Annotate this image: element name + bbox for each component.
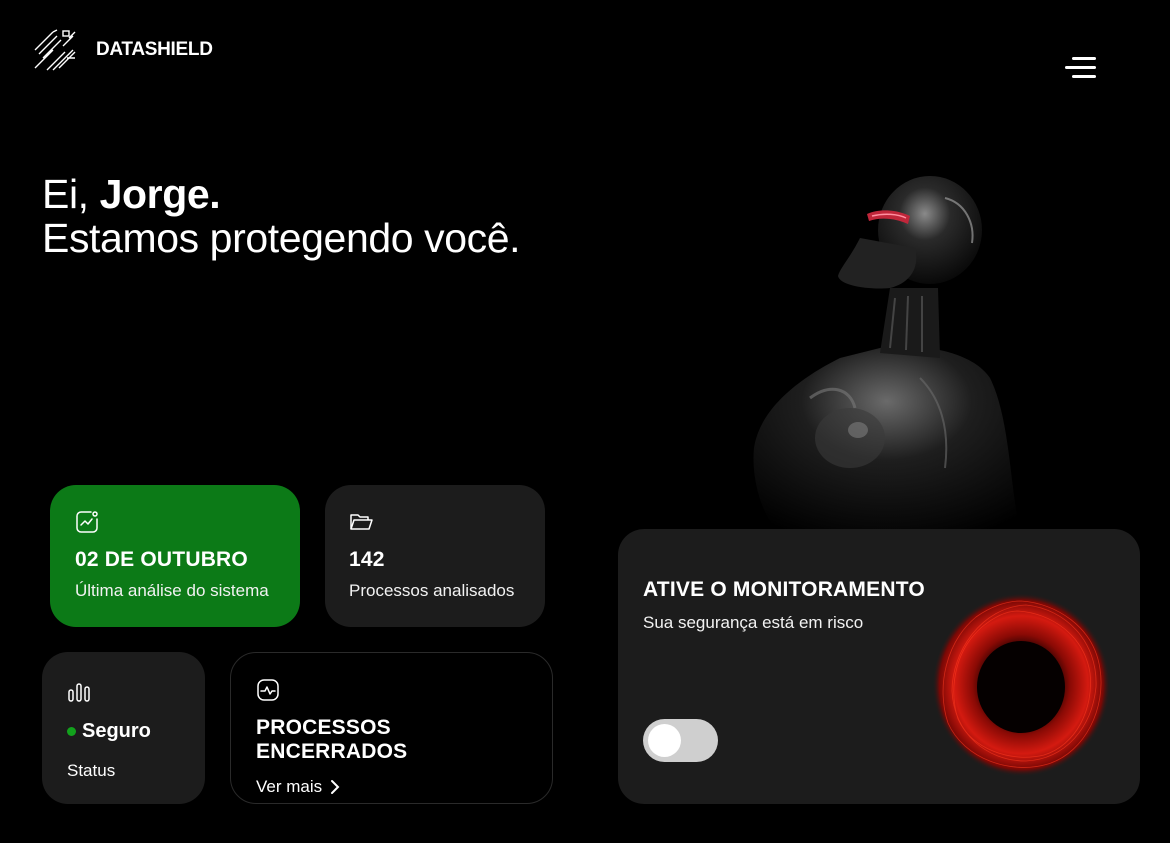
- last-analysis-card[interactable]: 02 DE OUTUBRO Última análise do sistema: [50, 485, 300, 627]
- menu-icon[interactable]: [1062, 55, 1098, 81]
- logo[interactable]: DATASHIELD: [33, 28, 213, 72]
- brand-name: DATASHIELD: [96, 39, 213, 60]
- robot-illustration: [753, 176, 1020, 530]
- status-indicator: Seguro: [67, 720, 180, 743]
- dashboard-page: DATASHIELD Ei, Jorge. Estamos protegendo…: [0, 0, 1170, 843]
- toggle-knob: [648, 724, 681, 757]
- last-analysis-date: 02 DE OUTUBRO: [75, 548, 248, 571]
- processes-count: 142: [349, 548, 385, 571]
- bar-chart-icon: [68, 683, 90, 702]
- status-label: Status: [67, 761, 116, 780]
- last-analysis-label: Última análise do sistema: [75, 581, 269, 600]
- greeting-prefix: Ei,: [42, 171, 100, 217]
- monitoring-toggle[interactable]: [643, 719, 718, 762]
- closed-processes-card[interactable]: PROCESSOS ENCERRADOS Ver mais: [230, 652, 553, 804]
- tagline: Estamos protegendo você.: [42, 215, 521, 261]
- see-more-link[interactable]: Ver mais: [256, 777, 527, 797]
- logo-mark-icon: [34, 29, 76, 71]
- closed-processes-title: PROCESSOS ENCERRADOS: [256, 716, 408, 763]
- monitoring-subtitle: Sua segurança está em risco: [643, 613, 864, 632]
- status-value: Seguro: [82, 720, 151, 742]
- pulse-icon: [257, 679, 279, 701]
- see-more-label: Ver mais: [256, 777, 323, 796]
- user-name: Jorge.: [99, 171, 221, 217]
- status-card[interactable]: Seguro Status: [42, 652, 205, 804]
- monitoring-card: ATIVE O MONITORAMENTO Sua segurança está…: [618, 529, 1140, 804]
- chart-trend-icon: [76, 511, 98, 533]
- processes-card[interactable]: 142 Processos analisados: [325, 485, 545, 627]
- folder-open-icon: [350, 514, 373, 530]
- monitoring-title: ATIVE O MONITORAMENTO: [643, 578, 925, 601]
- processes-label: Processos analisados: [349, 581, 515, 600]
- chevron-right-icon: [331, 780, 340, 794]
- status-dot: [67, 727, 76, 736]
- greeting: Ei, Jorge. Estamos protegendo você.: [42, 171, 521, 261]
- red-orb-illustration: [932, 593, 1111, 777]
